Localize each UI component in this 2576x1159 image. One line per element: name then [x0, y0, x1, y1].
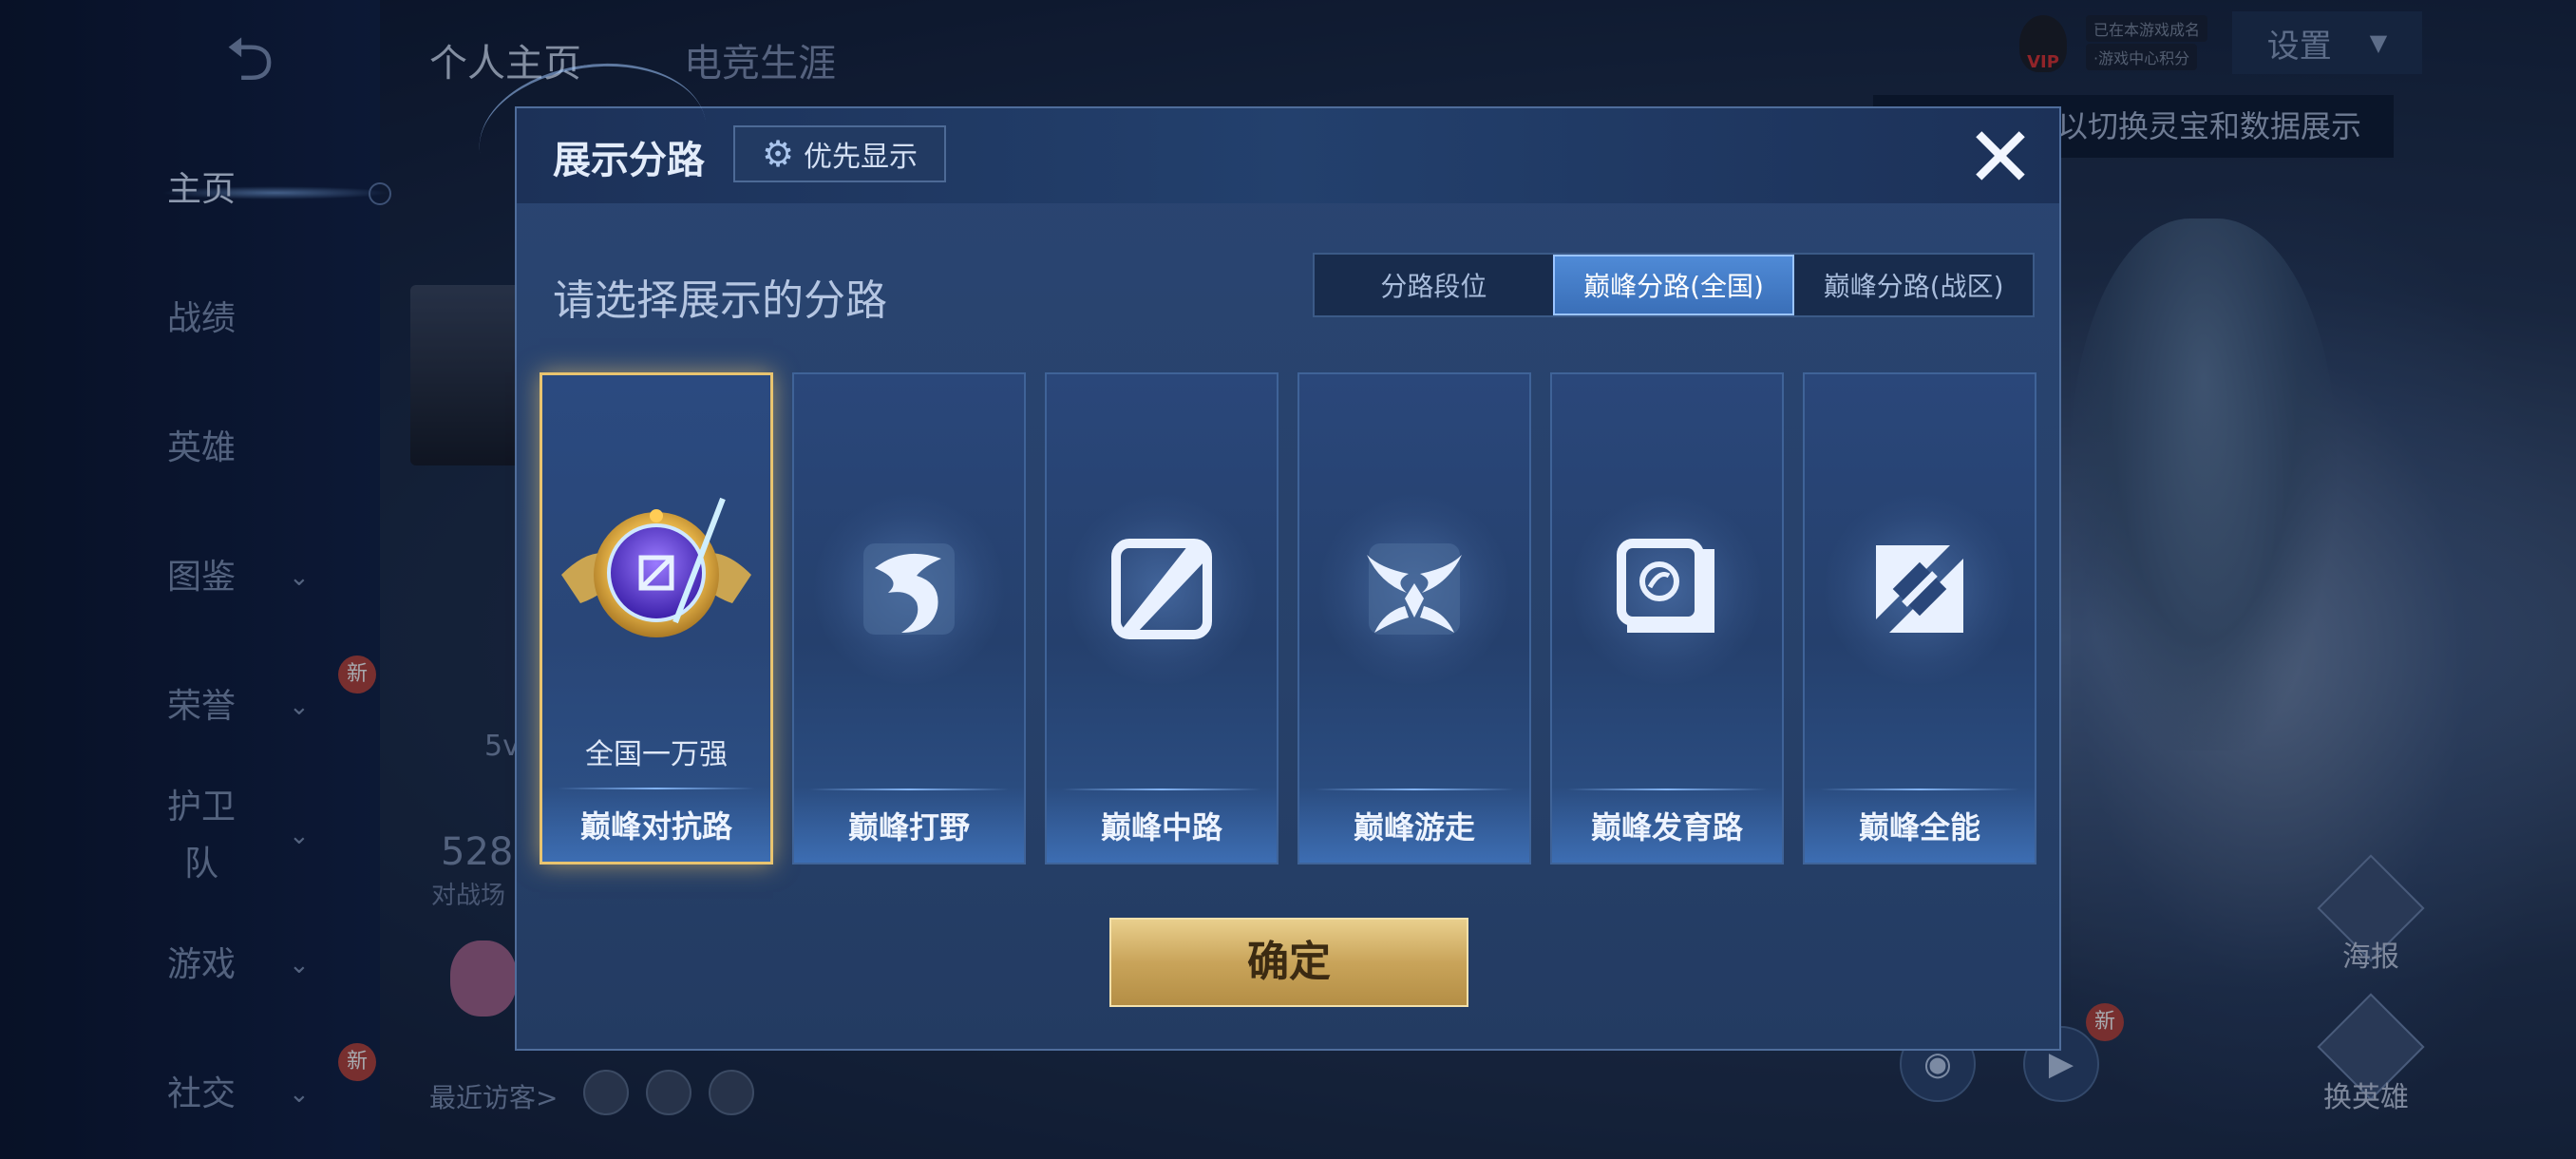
close-icon[interactable]: ✕ — [1960, 116, 2040, 200]
segment-lane-rank[interactable]: 分路段位 — [1315, 255, 1553, 315]
card-name: 巅峰对抗路 — [579, 808, 732, 845]
priority-display-label: 优先显示 — [804, 141, 919, 174]
dialog-header: 展示分路 ⚙ 优先显示 ✕ — [469, 49, 2059, 225]
card-name: 巅峰发育路 — [1590, 809, 1743, 846]
card-name: 巅峰游走 — [1353, 809, 1475, 846]
card-divider — [809, 788, 1009, 790]
jungle-dragon-icon — [814, 494, 1004, 684]
lane-card-farm[interactable]: 巅峰发育路 — [1550, 372, 1784, 864]
priority-display-button[interactable]: ⚙ 优先显示 — [733, 125, 946, 182]
roam-wings-icon — [1319, 494, 1509, 684]
card-rank: 全国一万强 — [585, 738, 728, 771]
lane-display-dialog: 展示分路 ⚙ 优先显示 ✕ 请选择展示的分路 分路段位 巅峰分路(全国) 巅峰分… — [469, 49, 2061, 1051]
mid-lane-icon — [1067, 494, 1257, 684]
card-divider — [558, 788, 755, 789]
farm-lane-icon — [1572, 494, 1762, 684]
card-divider — [1315, 788, 1514, 790]
lane-type-segmented-control: 分路段位 巅峰分路(全国) 巅峰分路(战区) — [1313, 253, 2035, 317]
card-name: 巅峰全能 — [1858, 809, 1980, 846]
dialog-title: 展示分路 — [553, 139, 705, 182]
card-divider — [1062, 788, 1261, 790]
confirm-button[interactable]: 确定 — [1109, 918, 1468, 1007]
segment-peak-national[interactable]: 巅峰分路(全国) — [1552, 255, 1795, 315]
card-name: 巅峰打野 — [847, 809, 970, 846]
gear-icon: ⚙ — [761, 133, 795, 175]
card-name: 巅峰中路 — [1100, 809, 1222, 846]
lane-card-roam[interactable]: 巅峰游走 — [1297, 372, 1531, 864]
segment-peak-region[interactable]: 巅峰分路(战区) — [1794, 255, 2033, 315]
lane-card-all-round[interactable]: 巅峰全能 — [1803, 372, 2036, 864]
all-round-icon — [1825, 494, 2015, 684]
lane-cards: 全国一万强 巅峰对抗路 巅峰打野 巅峰中路 巅峰游走 巅峰发育路 巅峰全能 — [540, 372, 2036, 866]
lane-card-mid[interactable]: 巅峰中路 — [1045, 372, 1279, 864]
golden-rank-badge-icon — [542, 480, 770, 670]
card-divider — [1567, 788, 1767, 790]
dialog-subtitle: 请选择展示的分路 — [553, 276, 887, 325]
lane-card-jungle[interactable]: 巅峰打野 — [792, 372, 1026, 864]
card-divider — [1820, 788, 2019, 790]
lane-card-top[interactable]: 全国一万强 巅峰对抗路 — [540, 372, 773, 864]
